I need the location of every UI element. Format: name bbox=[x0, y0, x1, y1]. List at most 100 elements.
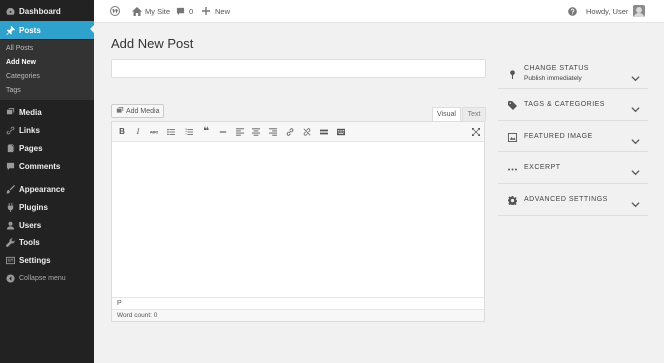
gear-icon bbox=[507, 195, 517, 205]
new-label: New bbox=[215, 6, 231, 16]
fullscreen-button[interactable] bbox=[470, 126, 482, 137]
settings-icon bbox=[5, 256, 15, 266]
italic-icon: I bbox=[136, 127, 140, 136]
comments-count: 0 bbox=[189, 6, 194, 16]
bullet-list-button[interactable] bbox=[165, 126, 177, 137]
sidebar-item-label: Plugins bbox=[19, 203, 48, 212]
panel-excerpt[interactable]: EXCERPT bbox=[498, 152, 648, 184]
wordpress-icon bbox=[110, 6, 120, 16]
help-button[interactable] bbox=[568, 0, 577, 22]
user-greeting: Howdy, User bbox=[586, 6, 629, 16]
comments-link[interactable]: 0 bbox=[176, 0, 193, 22]
editor-path-bar: P bbox=[112, 297, 484, 309]
tag-icon bbox=[507, 100, 517, 110]
home-icon bbox=[132, 6, 142, 16]
sidebar-item-media[interactable]: Media bbox=[0, 104, 94, 121]
bold-button[interactable]: B bbox=[116, 126, 128, 137]
unlink-icon bbox=[303, 127, 311, 136]
chevron-down-icon[interactable] bbox=[631, 101, 640, 113]
sidebar-item-label: Settings bbox=[19, 256, 51, 265]
align-right-icon bbox=[269, 127, 277, 136]
comments-icon bbox=[5, 162, 15, 172]
add-media-icon bbox=[116, 107, 124, 113]
panel-title: TAGS & CATEGORIES bbox=[524, 101, 605, 108]
align-center-icon bbox=[252, 127, 260, 136]
plus-icon bbox=[202, 7, 210, 15]
insert-more-button[interactable] bbox=[318, 126, 330, 137]
tab-text[interactable]: Text bbox=[462, 107, 486, 121]
chevron-down-icon[interactable] bbox=[631, 133, 640, 145]
dashboard-icon bbox=[5, 7, 15, 17]
sidebar-item-label: Appearance bbox=[19, 185, 65, 194]
toolbar-toggle-button[interactable] bbox=[335, 126, 347, 137]
panel-tags-categories[interactable]: TAGS & CATEGORIES bbox=[498, 89, 648, 121]
collapse-icon bbox=[5, 274, 15, 284]
plugins-icon bbox=[5, 203, 15, 213]
panel-subtitle: Publish immediately bbox=[524, 75, 582, 82]
strikethrough-button[interactable]: ABC bbox=[148, 126, 160, 137]
sidebar-item-appearance[interactable]: Appearance bbox=[0, 181, 94, 198]
sidebar-item-label: Dashboard bbox=[19, 7, 61, 16]
pushpin-icon bbox=[5, 25, 15, 35]
tab-visual[interactable]: Visual bbox=[432, 107, 461, 121]
sidebar-item-label: Pages bbox=[19, 144, 43, 153]
submenu-tags[interactable]: Tags bbox=[6, 87, 21, 94]
chevron-down-icon[interactable] bbox=[631, 196, 640, 208]
submenu-categories[interactable]: Categories bbox=[6, 73, 40, 80]
collapse-menu-label: Collapse menu bbox=[19, 275, 66, 282]
sidebar-item-plugins[interactable]: Plugins bbox=[0, 199, 94, 216]
read-more-icon bbox=[320, 129, 328, 134]
sidebar-item-comments[interactable]: Comments bbox=[0, 158, 94, 175]
sidebar-item-links[interactable]: Links bbox=[0, 122, 94, 139]
brush-icon bbox=[5, 185, 15, 195]
add-media-button[interactable]: Add Media bbox=[111, 104, 165, 118]
pages-icon bbox=[5, 144, 15, 154]
strikethrough-icon: ABC bbox=[150, 129, 158, 134]
link-icon bbox=[5, 126, 15, 136]
page-title: Add New Post bbox=[111, 36, 194, 51]
editor-toolbar: B I ABC ❝ bbox=[112, 122, 484, 142]
fullscreen-icon bbox=[472, 127, 480, 136]
pin-icon bbox=[507, 69, 517, 79]
post-title-input[interactable] bbox=[111, 59, 486, 78]
sidebar-item-pages[interactable]: Pages bbox=[0, 140, 94, 157]
panel-advanced-settings[interactable]: ADVANCED SETTINGS bbox=[498, 184, 648, 216]
bold-icon: B bbox=[119, 127, 125, 136]
sidebar-item-users[interactable]: Users bbox=[0, 217, 94, 234]
insert-link-button[interactable] bbox=[284, 126, 296, 137]
align-center-button[interactable] bbox=[250, 126, 262, 137]
media-icon bbox=[5, 108, 15, 118]
panel-title: CHANGE STATUS bbox=[524, 65, 589, 72]
chevron-down-icon[interactable] bbox=[631, 70, 640, 82]
wrench-icon bbox=[5, 238, 15, 248]
horizontal-line-button[interactable] bbox=[217, 126, 229, 137]
blockquote-button[interactable]: ❝ bbox=[200, 126, 212, 137]
numbered-list-icon bbox=[185, 128, 193, 135]
chevron-down-icon[interactable] bbox=[631, 164, 640, 176]
sidebar-item-label: Media bbox=[19, 108, 42, 117]
my-site-link[interactable]: My Site bbox=[132, 0, 170, 22]
help-icon bbox=[568, 6, 577, 16]
user-account-menu[interactable]: Howdy, User bbox=[586, 0, 646, 22]
new-content-link[interactable]: New bbox=[202, 0, 230, 22]
submenu-add-new[interactable]: Add New bbox=[6, 59, 36, 66]
collapse-menu-button[interactable]: Collapse menu bbox=[0, 270, 94, 287]
toolbar-toggle-icon bbox=[337, 128, 345, 135]
submenu-all-posts[interactable]: All Posts bbox=[6, 45, 33, 52]
numbered-list-button[interactable] bbox=[183, 126, 195, 137]
align-right-button[interactable] bbox=[267, 126, 279, 137]
wordpress-logo-button[interactable] bbox=[110, 0, 120, 22]
element-path[interactable]: P bbox=[117, 300, 122, 307]
panel-change-status[interactable]: CHANGE STATUS Publish immediately bbox=[498, 58, 648, 89]
sidebar-item-label: Comments bbox=[19, 162, 61, 171]
sidebar-item-posts[interactable]: Posts bbox=[0, 21, 94, 39]
sidebar-item-tools[interactable]: Tools bbox=[0, 234, 94, 251]
unlink-button[interactable] bbox=[301, 126, 313, 137]
italic-button[interactable]: I bbox=[132, 126, 144, 137]
panel-featured-image[interactable]: FEATURED IMAGE bbox=[498, 121, 648, 152]
align-left-button[interactable] bbox=[234, 126, 246, 137]
sidebar-item-dashboard[interactable]: Dashboard bbox=[0, 3, 94, 20]
panel-title: EXCERPT bbox=[524, 164, 561, 171]
sidebar-item-label: Users bbox=[19, 221, 42, 230]
sidebar-item-settings[interactable]: Settings bbox=[0, 252, 94, 269]
